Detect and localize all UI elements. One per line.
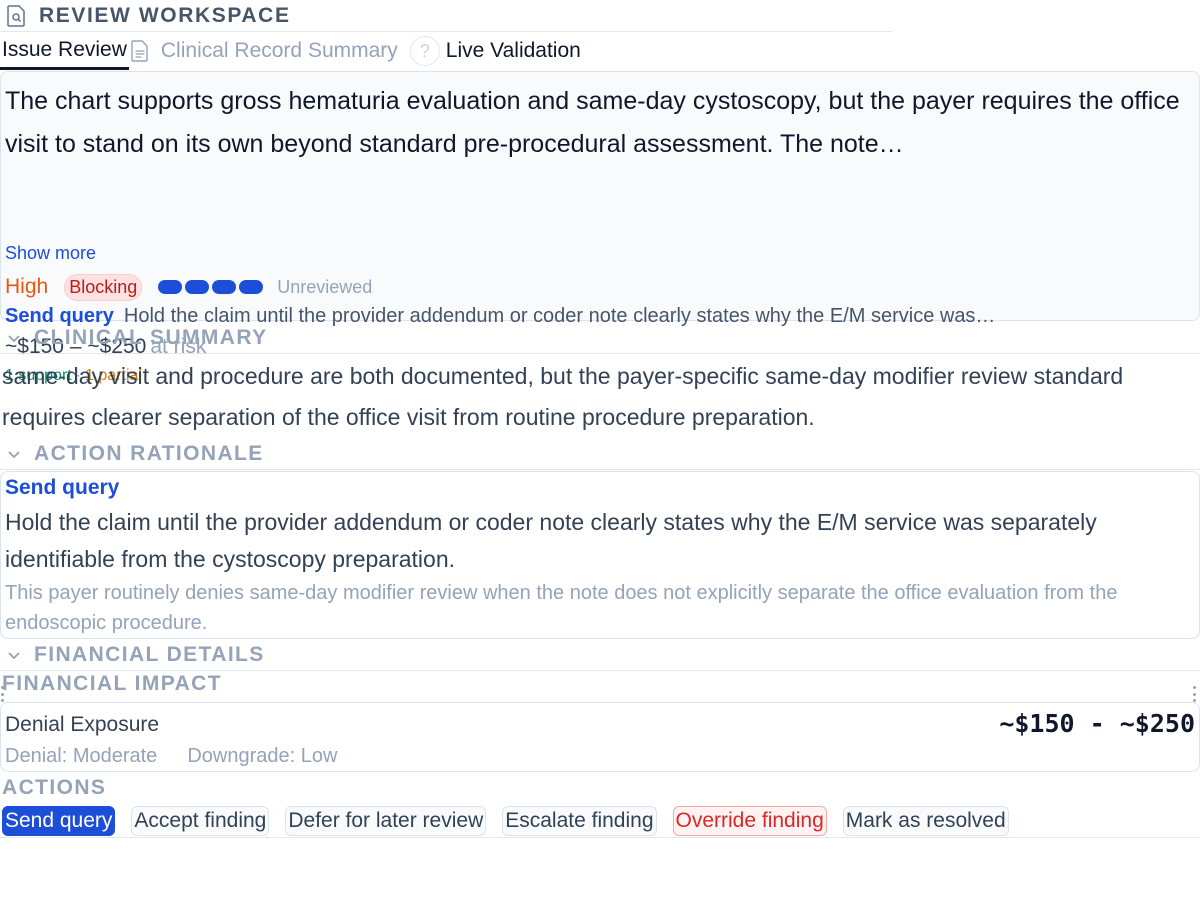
financial-impact-card: Denial Exposure ~$150 - ~$250 Denial: Mo…	[0, 702, 1200, 772]
blocking-badge: Blocking	[64, 273, 143, 301]
confidence-dot	[239, 280, 264, 294]
confidence-indicator	[158, 280, 264, 294]
rationale-text: Hold the claim until the provider addend…	[5, 509, 1097, 572]
workspace-header: REVIEW WORKSPACE	[0, 0, 892, 32]
finding-description: The chart supports gross hematuria evalu…	[5, 87, 1180, 158]
tab-label: Clinical Record Summary	[160, 39, 398, 62]
confidence-dot	[212, 280, 237, 294]
finding-meta: High Blocking Unreviewed	[5, 273, 372, 301]
clinical-summary-text: same-day visit and procedure are both do…	[2, 363, 1124, 430]
finding-card: The chart supports gross hematuria evalu…	[0, 71, 1200, 384]
exposure-label: Denial Exposure	[5, 713, 160, 736]
confidence-dot	[158, 280, 183, 294]
financial-details-header[interactable]: FINANCIAL DETAILS	[0, 639, 1200, 671]
action-rationale-card: Send query Hold the claim until the prov…	[0, 471, 1200, 639]
tab-label: Live Validation	[445, 39, 581, 62]
severity-label: High	[5, 275, 49, 298]
accept-finding-button[interactable]: Accept finding	[131, 805, 270, 836]
send-query-button[interactable]: Send query	[2, 805, 116, 836]
defer-review-button[interactable]: Defer for later review	[285, 805, 487, 836]
document-search-icon	[6, 4, 26, 27]
tab-clinical-record-summary[interactable]: Clinical Record Summary	[129, 34, 398, 70]
action-rationale-header[interactable]: ACTION RATIONALE	[0, 438, 1200, 470]
show-more-link[interactable]: Show more	[5, 243, 96, 264]
page-title: REVIEW WORKSPACE	[39, 3, 291, 27]
tab-bar: Issue Review Clinical Record Summary ? L…	[0, 34, 1200, 70]
resize-handle-left[interactable]	[1, 686, 7, 702]
review-status: Unreviewed	[277, 276, 373, 297]
chevron-down-icon	[6, 446, 22, 462]
tab-live-validation[interactable]: ? Live Validation	[398, 34, 581, 70]
tab-label: Issue Review	[2, 37, 127, 61]
actions-title: ACTIONS	[2, 776, 107, 799]
denial-level: Denial: Moderate	[5, 745, 158, 767]
section-title: FINANCIAL DETAILS	[34, 642, 265, 666]
rationale-note: This payer routinely denies same-day mod…	[5, 582, 1118, 634]
chevron-down-icon	[6, 330, 22, 346]
document-icon	[131, 40, 151, 62]
escalate-finding-button[interactable]: Escalate finding	[502, 805, 657, 836]
rationale-action-label: Send query	[5, 476, 120, 499]
downgrade-level: Downgrade: Low	[187, 745, 338, 767]
section-title: ACTION RATIONALE	[34, 441, 264, 465]
chevron-down-icon	[6, 647, 22, 663]
tab-issue-review[interactable]: Issue Review	[0, 34, 129, 70]
confidence-dot	[185, 280, 210, 294]
financial-impact-title: FINANCIAL IMPACT	[2, 672, 222, 695]
clinical-summary-header[interactable]: CLINICAL SUMMARY	[0, 322, 1200, 354]
override-finding-button[interactable]: Override finding	[672, 805, 827, 836]
question-icon: ?	[409, 36, 440, 66]
exposure-breakdown: Denial: Moderate Downgrade: Low	[5, 745, 337, 768]
action-buttons: Send query Accept finding Defer for late…	[0, 804, 1200, 838]
mark-resolved-button[interactable]: Mark as resolved	[842, 805, 1009, 836]
exposure-amount: ~$150 - ~$250	[999, 709, 1195, 738]
section-title: CLINICAL SUMMARY	[34, 325, 268, 349]
resize-handle-right[interactable]	[1193, 686, 1199, 702]
